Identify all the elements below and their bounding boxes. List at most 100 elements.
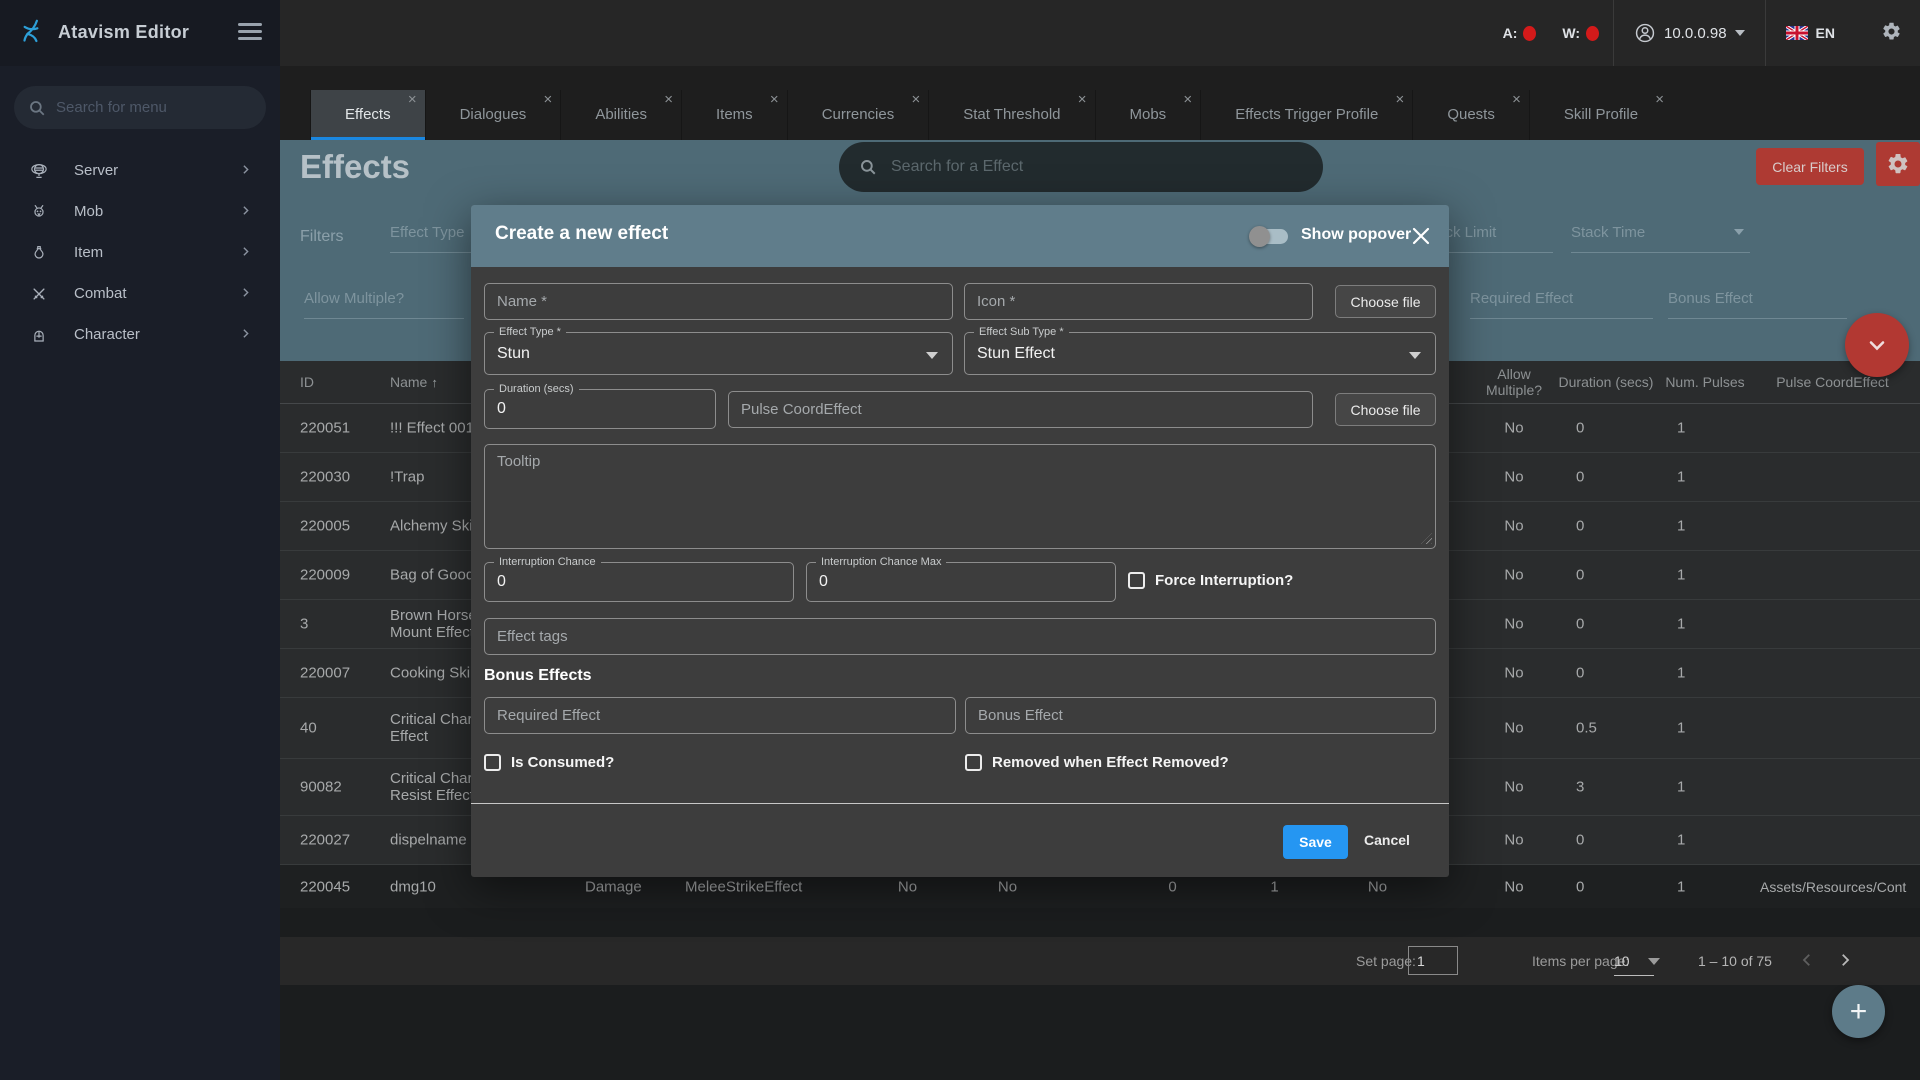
clear-filters-button[interactable]: Clear Filters — [1756, 148, 1864, 185]
sidebar-item-label: Mob — [74, 203, 104, 220]
sidebar-item-combat[interactable]: Combat — [0, 273, 280, 314]
page-range-label: 1 – 10 of 75 — [1698, 953, 1772, 969]
tab-effects-trigger-profile[interactable]: Effects Trigger Profile × — [1200, 90, 1413, 140]
tab-close-icon[interactable]: × — [664, 92, 673, 108]
helmet-icon — [30, 326, 48, 344]
sidebar: Server Mob Item Combat Character — [0, 66, 280, 1080]
menu-toggle-icon[interactable] — [238, 23, 262, 43]
tab-label: Skill Profile — [1563, 106, 1639, 123]
effect-type-label: Effect Type * — [494, 326, 566, 338]
column-header-pulse-coordeffect[interactable]: Pulse CoordEffect — [1745, 374, 1920, 390]
tab-close-icon[interactable]: × — [911, 92, 920, 108]
force-interruption-checkbox[interactable]: Force Interruption? — [1128, 572, 1293, 589]
is-consumed-checkbox[interactable]: Is Consumed? — [484, 754, 614, 771]
next-page-icon[interactable] — [1836, 951, 1854, 972]
sidebar-nav: Server Mob Item Combat Character — [0, 150, 280, 355]
icon-choose-file-button[interactable]: Choose file — [1335, 285, 1436, 318]
sidebar-item-mob[interactable]: Mob — [0, 191, 280, 232]
bonus-effects-heading: Bonus Effects — [484, 667, 592, 684]
name-field[interactable] — [484, 283, 953, 320]
tab-close-icon[interactable]: × — [770, 92, 779, 108]
filter-stack-time[interactable]: Stack Time — [1571, 224, 1750, 253]
interruption-chance-max-label: Interruption Chance Max — [816, 556, 947, 568]
table-settings-button[interactable] — [1876, 142, 1920, 186]
chevron-down-icon — [926, 351, 938, 359]
effect-sub-type-select[interactable]: Effect Sub Type * Stun Effect — [964, 326, 1436, 375]
language-code: EN — [1815, 25, 1835, 41]
required-effect-field[interactable] — [484, 697, 956, 734]
cell-id: 220045 — [300, 878, 351, 895]
cell-allow-multiple: No — [1504, 419, 1524, 437]
tab-mobs[interactable]: Mobs × — [1094, 90, 1201, 140]
tab-close-icon[interactable]: × — [1655, 92, 1664, 108]
cell-allow-multiple: No — [1504, 615, 1524, 633]
interruption-chance-value: 0 — [497, 573, 506, 590]
settings-gear-icon[interactable] — [1855, 21, 1920, 45]
tab-close-icon[interactable]: × — [544, 92, 553, 108]
tab-close-icon[interactable]: × — [1512, 92, 1521, 108]
filter-required-effect[interactable]: Required Effect — [1470, 290, 1653, 319]
column-header-id[interactable]: ID — [300, 374, 380, 390]
server-selector[interactable]: 10.0.0.98 — [1614, 22, 1765, 44]
column-header-duration[interactable]: Duration (secs) — [1556, 374, 1656, 390]
show-popover-toggle[interactable] — [1249, 226, 1288, 247]
tab-abilities[interactable]: Abilities × — [560, 90, 681, 140]
effect-search[interactable] — [839, 142, 1323, 192]
modal-footer-divider — [471, 803, 1449, 804]
pulse-coordeffect-field[interactable] — [728, 391, 1313, 428]
topbar-brand-area: Atavism Editor — [0, 0, 280, 66]
sidebar-item-character[interactable]: Character — [0, 314, 280, 355]
column-header-num-pulses[interactable]: Num. Pulses — [1665, 374, 1745, 390]
sidebar-item-server[interactable]: Server — [0, 150, 280, 191]
tab-close-icon[interactable]: × — [1396, 92, 1405, 108]
interruption-chance-max-field[interactable]: Interruption Chance Max 0 — [806, 556, 1116, 602]
tooltip-field[interactable] — [484, 444, 1436, 549]
language-selector[interactable]: EN — [1766, 25, 1855, 41]
cell-duration: 3 — [1576, 778, 1585, 796]
tab-skill-profile[interactable]: Skill Profile × — [1528, 90, 1673, 140]
sidebar-search-input[interactable] — [56, 99, 255, 116]
pulse-choose-file-button[interactable]: Choose file — [1335, 393, 1436, 426]
tab-close-icon[interactable]: × — [1078, 92, 1087, 108]
effect-search-input[interactable] — [891, 158, 1303, 176]
cancel-button[interactable]: Cancel — [1364, 832, 1410, 848]
previous-page-icon[interactable] — [1798, 951, 1816, 972]
tab-items[interactable]: Items × — [681, 90, 787, 140]
chevron-right-icon — [239, 286, 252, 303]
add-effect-fab[interactable]: + — [1832, 985, 1885, 1038]
column-header-allow-multiple[interactable]: Allow Multiple? — [1469, 366, 1559, 398]
tab-dialogues[interactable]: Dialogues × — [424, 90, 561, 140]
interruption-chance-field[interactable]: Interruption Chance 0 — [484, 556, 794, 602]
filter-bonus-effect[interactable]: Bonus Effect — [1668, 290, 1847, 319]
effect-type-select[interactable]: Effect Type * Stun — [484, 326, 953, 375]
effect-tags-field[interactable] — [484, 618, 1436, 655]
set-page-input[interactable] — [1408, 946, 1458, 975]
cell-id: 220005 — [300, 517, 351, 535]
sidebar-item-item[interactable]: Item — [0, 232, 280, 273]
cell-num-pulses: 1 — [1677, 517, 1686, 535]
modal-title: Create a new effect — [495, 223, 669, 244]
tab-stat-threshold[interactable]: Stat Threshold × — [928, 90, 1095, 140]
cell-allow-multiple: No — [1504, 831, 1524, 849]
tab-currencies[interactable]: Currencies × — [786, 90, 929, 140]
collapse-filters-fab[interactable] — [1845, 313, 1909, 377]
filter-underline — [1571, 252, 1750, 253]
save-button[interactable]: Save — [1283, 825, 1348, 859]
cell-pulse-coordeffect: Assets/Resources/Cont — [1760, 878, 1907, 895]
tab-close-icon[interactable]: × — [408, 92, 417, 108]
tab-close-icon[interactable]: × — [1183, 92, 1192, 108]
close-icon[interactable] — [1409, 224, 1433, 248]
sidebar-search[interactable] — [14, 86, 266, 129]
tab-bar: Effects × Dialogues × Abilities × Items × Curren… — [280, 66, 1920, 140]
filter-allow-multiple[interactable]: Allow Multiple? — [304, 290, 464, 319]
tab-label: Dialogues — [459, 106, 527, 123]
tab-effects[interactable]: Effects × — [310, 90, 425, 140]
removed-when-effect-removed-checkbox[interactable]: Removed when Effect Removed? — [965, 754, 1229, 771]
chevron-down-icon[interactable] — [1648, 958, 1660, 965]
duration-field[interactable]: Duration (secs) 0 — [484, 383, 716, 429]
tab-quests[interactable]: Quests × — [1412, 90, 1529, 140]
icon-field[interactable] — [964, 283, 1313, 320]
page-title: Effects — [300, 148, 411, 185]
bonus-effect-field[interactable] — [965, 697, 1436, 734]
cell-duration: 0.5 — [1576, 719, 1597, 737]
